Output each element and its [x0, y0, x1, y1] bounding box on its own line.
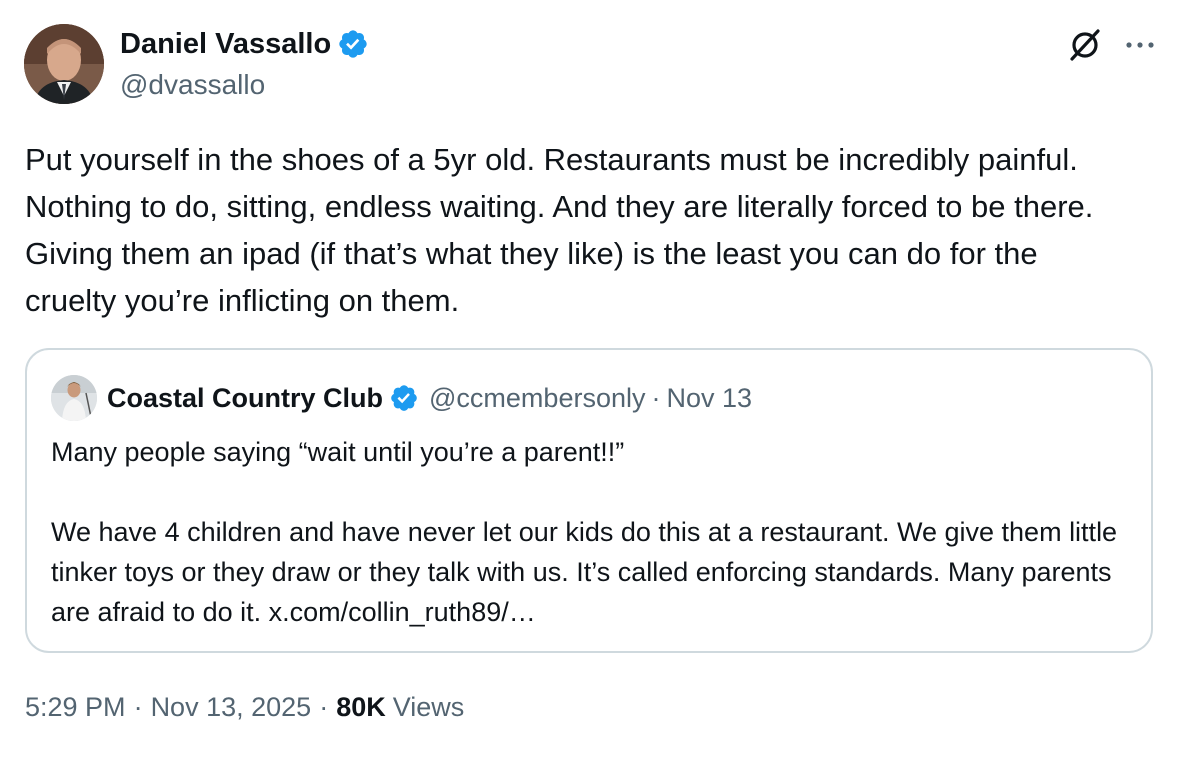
meta-separator: · — [133, 692, 143, 722]
quote-text: Many people saying “wait until you’re a … — [51, 432, 1141, 632]
quote-date[interactable]: Nov 13 — [666, 383, 752, 414]
meta-separator: · — [319, 692, 329, 722]
quoted-tweet[interactable]: Coastal Country Club @ccmembersonly · No… — [25, 348, 1153, 653]
quote-text-line-2: We have 4 children and have never let ou… — [51, 517, 1118, 627]
tweet-meta: 5:29 PM · Nov 13, 2025 · 80K Views — [25, 692, 464, 723]
author-avatar-image — [24, 24, 104, 104]
verified-badge-icon — [337, 28, 369, 60]
tweet-date[interactable]: Nov 13, 2025 — [151, 692, 312, 723]
views-label: Views — [392, 692, 465, 722]
quote-separator: · — [651, 382, 661, 413]
quote-verified-badge-icon — [389, 383, 419, 413]
grok-icon[interactable] — [1066, 26, 1104, 64]
tweet-time[interactable]: 5:29 PM — [25, 692, 126, 723]
author-avatar[interactable] — [24, 24, 104, 104]
quote-author-name[interactable]: Coastal Country Club — [107, 383, 383, 414]
author-name[interactable]: Daniel Vassallo — [120, 27, 369, 61]
quote-author-avatar[interactable] — [51, 375, 97, 421]
tweet-card: Daniel Vassallo @dvassallo Put yourself … — [0, 0, 1186, 758]
quote-author-handle[interactable]: @ccmembersonly — [429, 383, 645, 414]
quote-text-line-1: Many people saying “wait until you’re a … — [51, 437, 625, 467]
quote-avatar-image — [51, 375, 97, 421]
author-handle[interactable]: @dvassallo — [120, 68, 265, 102]
tweet-text: Put yourself in the shoes of a 5yr old. … — [25, 142, 1094, 318]
views-count: 80K — [336, 692, 386, 722]
quote-header: Coastal Country Club @ccmembersonly · No… — [107, 380, 752, 416]
more-options-icon[interactable] — [1122, 30, 1158, 60]
author-name-text: Daniel Vassallo — [120, 28, 332, 60]
